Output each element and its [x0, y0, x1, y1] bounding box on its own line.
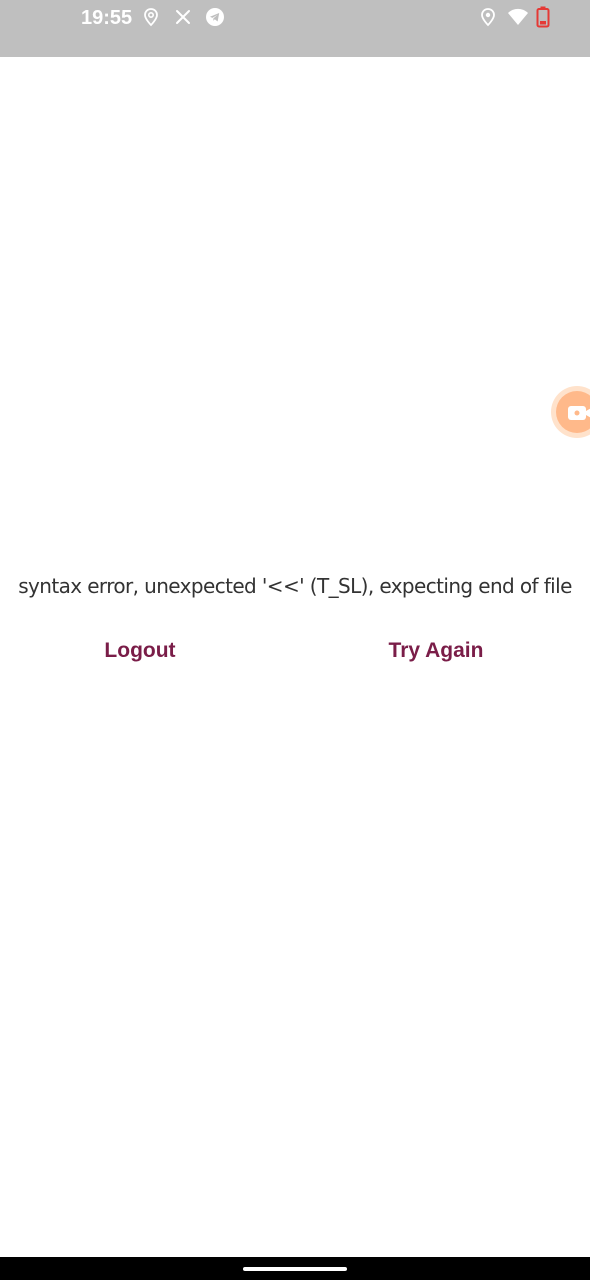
location-pin-outline-icon [141, 7, 161, 27]
status-bar: 19:55 [0, 0, 590, 57]
video-camera-icon [568, 406, 590, 420]
floating-bubble-inner [556, 391, 590, 433]
logout-button[interactable]: Logout [80, 630, 200, 672]
wifi-icon [507, 7, 529, 27]
status-time: 19:55 [81, 7, 133, 29]
navigation-bar [0, 1257, 590, 1280]
try-again-button[interactable]: Try Again [366, 630, 506, 672]
error-message: syntax error, unexpected '<<' (T_SL), ex… [18, 574, 572, 598]
battery-low-icon [536, 6, 550, 28]
telegram-icon [205, 7, 225, 27]
close-icon [173, 7, 193, 27]
home-gesture-handle[interactable] [243, 1267, 347, 1271]
location-pin-icon [478, 7, 498, 27]
